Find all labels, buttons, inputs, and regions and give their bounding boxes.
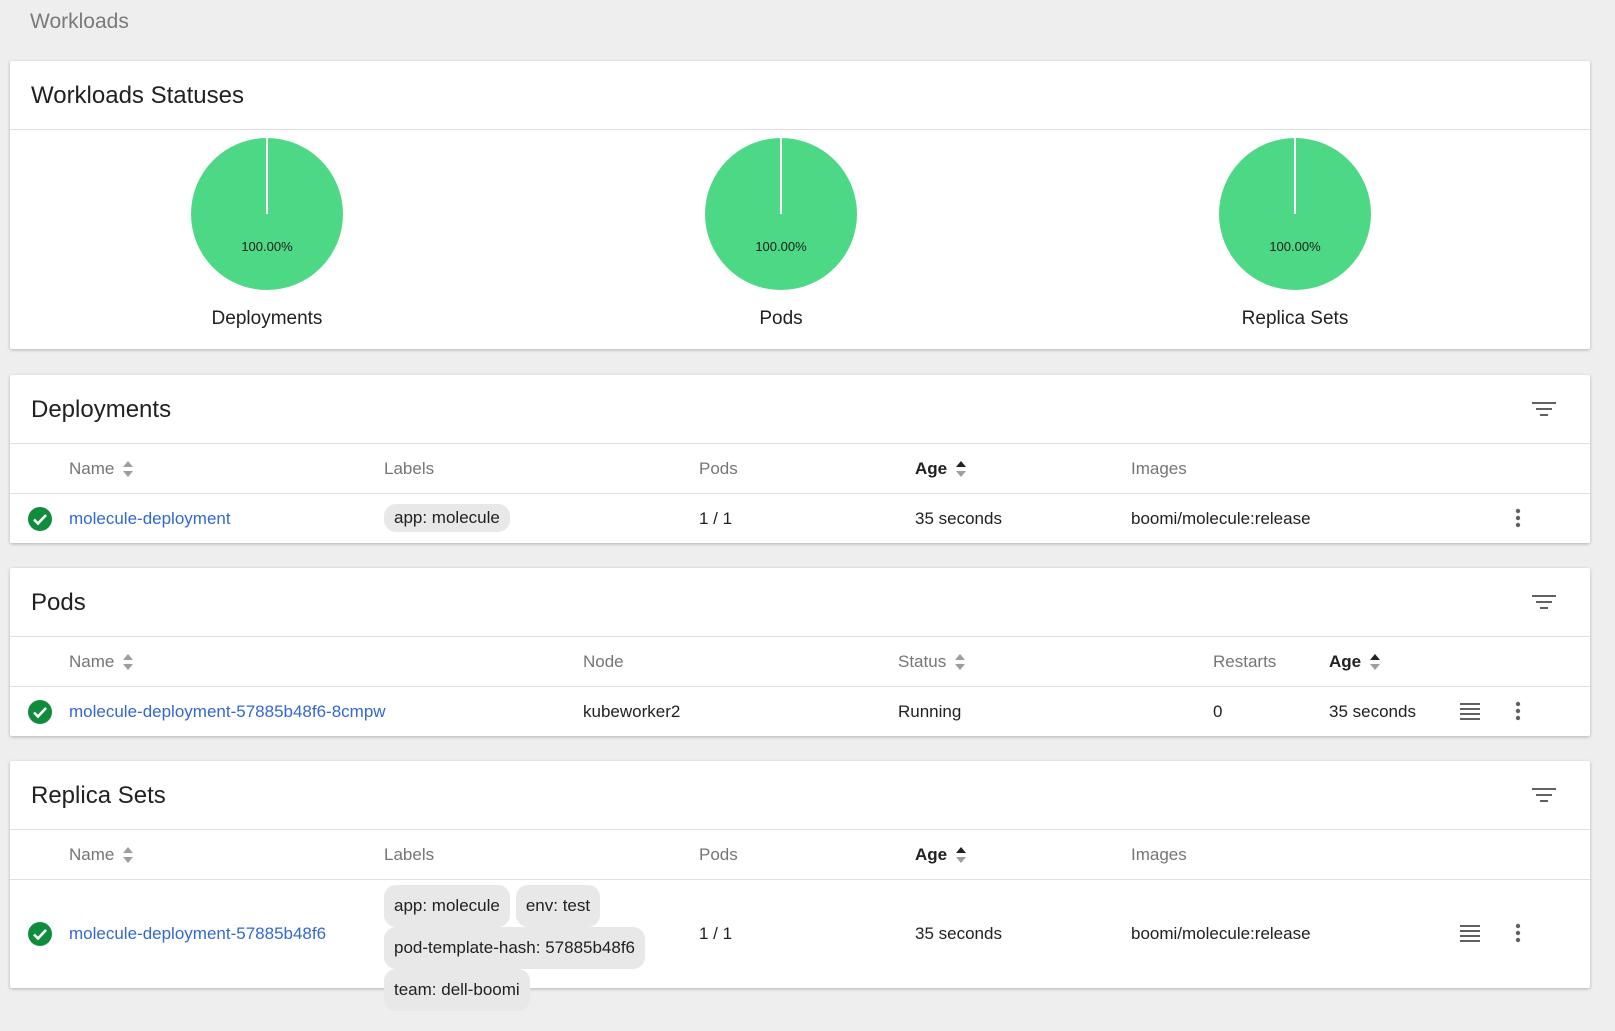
table-row: molecule-deployment-57885b48f6 app: mole… <box>10 880 1590 1011</box>
deployments-header: Deployments <box>10 375 1590 444</box>
sort-icon <box>123 847 134 863</box>
status-cell: Running <box>898 702 962 721</box>
col-status-label: Status <box>898 652 947 671</box>
sort-asc-icon <box>1370 654 1381 670</box>
col-node: Node <box>583 652 624 671</box>
pie-chart-deployments: 100.00% <box>191 138 343 290</box>
statuses-header: Workloads Statuses <box>10 61 1590 130</box>
col-labels: Labels <box>384 845 435 864</box>
sort-icon <box>123 654 134 670</box>
deployments-title: Deployments <box>31 396 172 423</box>
replica-sets-header: Replica Sets <box>10 761 1590 830</box>
col-name-label: Name <box>69 652 115 671</box>
table-row: molecule-deployment app: molecule 1 / 1 … <box>10 494 1590 543</box>
table-row: molecule-deployment-57885b48f6-8cmpw kub… <box>10 687 1590 736</box>
pie-percent-label: 100.00% <box>1269 239 1321 254</box>
images-cell: boomi/molecule:release <box>1131 924 1311 943</box>
table-header: Name Node Status Restarts Age <box>10 637 1590 687</box>
col-age-label: Age <box>915 845 948 864</box>
check-circle-icon <box>28 700 52 724</box>
col-name[interactable]: Name <box>69 652 134 672</box>
label-chip: team: dell-boomi <box>384 969 530 1011</box>
pie-replica-sets: 100.00% Replica Sets <box>1195 137 1395 330</box>
filter-icon[interactable] <box>1531 592 1557 612</box>
label-chip: app: molecule <box>384 504 510 532</box>
more-vert-icon[interactable] <box>1506 506 1530 530</box>
filter-icon[interactable] <box>1531 785 1557 805</box>
col-labels: Labels <box>384 459 435 478</box>
replica-set-name-link[interactable]: molecule-deployment-57885b48f6 <box>69 924 326 944</box>
pods-title: Pods <box>31 589 86 616</box>
age-cell: 35 seconds <box>915 924 1002 943</box>
col-age-label: Age <box>915 459 948 478</box>
age-cell: 35 seconds <box>1329 702 1416 721</box>
replica-sets-card: Replica Sets Name Labels Pods Age Images… <box>10 761 1590 1011</box>
pie-chart-replica-sets: 100.00% <box>1219 138 1371 290</box>
page-title: Workloads <box>30 10 129 33</box>
col-pods: Pods <box>699 845 738 864</box>
pie-percent-label: 100.00% <box>241 239 293 254</box>
check-circle-icon <box>28 922 52 946</box>
pod-name-link[interactable]: molecule-deployment-57885b48f6-8cmpw <box>69 702 386 722</box>
statuses-title: Workloads Statuses <box>31 82 244 109</box>
labels-cell: app: molecule <box>384 504 516 532</box>
pods-cell: 1 / 1 <box>699 509 733 528</box>
pie-deployments: 100.00% Deployments <box>167 137 367 330</box>
pie-chart-pods: 100.00% <box>705 138 857 290</box>
pods-cell: 1 / 1 <box>699 924 733 943</box>
replica-sets-title: Replica Sets <box>31 782 166 809</box>
pie-label: Pods <box>759 308 803 329</box>
col-images: Images <box>1131 459 1187 478</box>
age-cell: 35 seconds <box>915 509 1002 528</box>
deployments-card: Deployments Name Labels Pods Age Images … <box>10 375 1590 543</box>
node-cell: kubeworker2 <box>583 702 681 721</box>
sort-icon <box>955 654 966 670</box>
pie-pods: 100.00% Pods <box>681 137 881 330</box>
label-chip: env: test <box>515 885 601 927</box>
label-chip: pod-template-hash: 57885b48f6 <box>384 927 646 969</box>
logs-icon[interactable] <box>1458 921 1482 945</box>
restarts-cell: 0 <box>1213 702 1223 721</box>
col-pods: Pods <box>699 459 738 478</box>
filter-icon[interactable] <box>1531 399 1557 419</box>
pods-card: Pods Name Node Status Restarts Age molec… <box>10 568 1590 736</box>
more-vert-icon[interactable] <box>1506 921 1530 945</box>
col-age-label: Age <box>1329 652 1362 671</box>
check-circle-icon <box>28 507 52 531</box>
workloads-statuses-card: Workloads Statuses 100.00% Deployments 1… <box>10 61 1590 349</box>
deployment-name-link[interactable]: molecule-deployment <box>69 509 231 529</box>
pie-percent-label: 100.00% <box>755 239 807 254</box>
sort-asc-icon <box>956 847 967 863</box>
sort-asc-icon <box>956 461 967 477</box>
more-vert-icon[interactable] <box>1506 699 1530 723</box>
col-name[interactable]: Name <box>69 459 134 479</box>
col-restarts: Restarts <box>1213 652 1277 671</box>
labels-cell: app: molecule env: testpod-template-hash:… <box>384 885 674 1011</box>
col-age[interactable]: Age <box>1329 652 1381 672</box>
images-cell: boomi/molecule:release <box>1131 509 1311 528</box>
pie-label: Deployments <box>211 308 323 329</box>
table-header: Name Labels Pods Age Images <box>10 444 1590 494</box>
logs-icon[interactable] <box>1458 699 1482 723</box>
col-images: Images <box>1131 845 1187 864</box>
col-age[interactable]: Age <box>915 845 967 865</box>
col-name-label: Name <box>69 845 115 864</box>
table-header: Name Labels Pods Age Images <box>10 830 1590 880</box>
sort-icon <box>123 461 134 477</box>
pie-label: Replica Sets <box>1241 308 1349 329</box>
col-name[interactable]: Name <box>69 845 134 865</box>
label-chip: app: molecule <box>384 885 510 927</box>
col-age[interactable]: Age <box>915 459 967 479</box>
pods-header: Pods <box>10 568 1590 637</box>
col-name-label: Name <box>69 459 115 478</box>
col-status[interactable]: Status <box>898 652 966 672</box>
